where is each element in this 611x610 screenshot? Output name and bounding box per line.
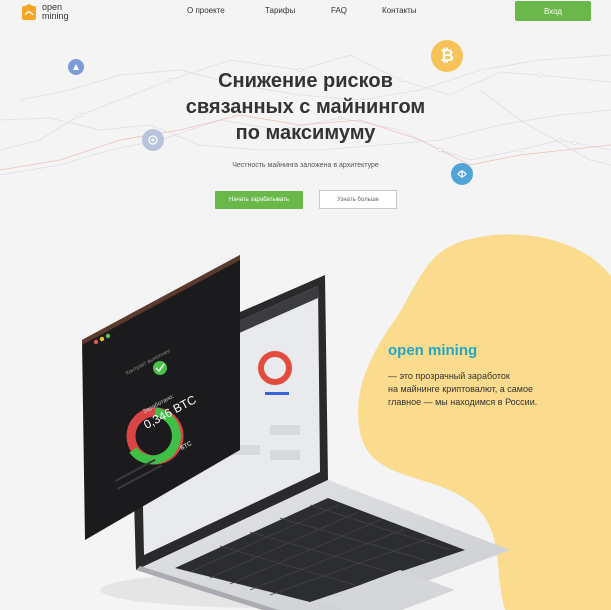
hero-title: Снижение рисков связанных с майнингом по… — [150, 68, 461, 146]
coin-glyph-icon — [457, 170, 467, 178]
hero-subtitle: Честность майнинга заложена в архитектур… — [232, 162, 379, 169]
nav-item-tariffs[interactable]: Тарифы — [265, 6, 295, 15]
coin-icon — [68, 59, 84, 75]
landing-page: open mining О проекте Тарифы FAQ Контакт… — [0, 0, 611, 610]
logo-icon — [22, 4, 36, 20]
hero-title-line-1: Снижение рисков — [218, 70, 393, 92]
coin-glyph-icon — [73, 64, 79, 70]
logo-line-2: mining — [42, 11, 69, 21]
start-earning-button[interactable]: Начать зарабатывать — [215, 191, 303, 209]
logo[interactable]: open mining — [22, 3, 69, 21]
learn-more-button[interactable]: Узнать больше — [319, 190, 397, 209]
hero-title-line-2: связанных с майнингом — [185, 96, 426, 118]
check-icon — [153, 361, 167, 375]
logo-text: open mining — [42, 3, 69, 21]
top-navbar: open mining О проекте Тарифы FAQ Контакт… — [0, 0, 611, 24]
login-button[interactable]: Вход — [515, 1, 591, 21]
laptop-illustration: Контракт выполнен Заработано: 0,346 BTC … — [82, 255, 510, 610]
nav-item-contacts[interactable]: Контакты — [382, 6, 417, 15]
nav-item-about[interactable]: О проекте — [187, 6, 225, 15]
hero-title-line-3: по максимуму — [235, 122, 376, 144]
nav-item-faq[interactable]: FAQ — [331, 6, 347, 15]
